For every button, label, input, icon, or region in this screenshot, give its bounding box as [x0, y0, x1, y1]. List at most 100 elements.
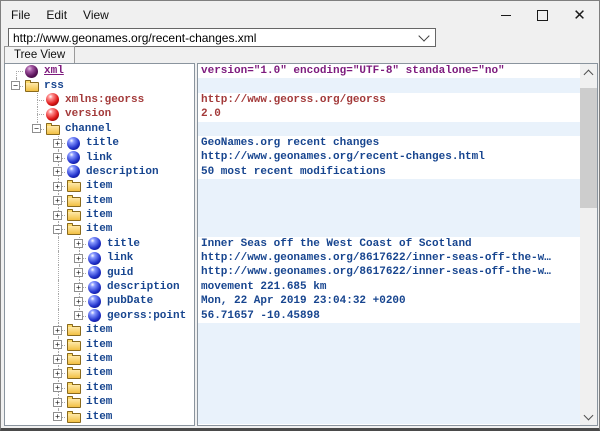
expand-expander[interactable]: + — [74, 283, 83, 292]
menu-edit[interactable]: Edit — [38, 4, 75, 26]
value-row — [198, 366, 597, 380]
folder-icon — [65, 179, 83, 193]
tab-tree-view[interactable]: Tree View — [4, 46, 75, 64]
expand-expander[interactable]: + — [53, 326, 62, 335]
scroll-up-button[interactable] — [580, 64, 597, 81]
expand-expander[interactable]: + — [53, 153, 62, 162]
collapse-expander[interactable]: − — [11, 81, 20, 90]
value-row: 2.0 — [198, 107, 597, 121]
tree-indent-guide — [30, 251, 51, 265]
address-dropdown-button[interactable] — [413, 29, 435, 46]
value-row — [198, 194, 597, 208]
tree-indent-guide — [30, 395, 51, 409]
scroll-down-button[interactable] — [580, 408, 597, 425]
expand-expander[interactable]: + — [53, 211, 62, 220]
tree-node-label: xml — [44, 65, 64, 77]
tree-node-label: item — [86, 195, 112, 207]
maximize-button[interactable] — [524, 2, 561, 28]
expand-expander[interactable]: + — [53, 398, 62, 407]
tree-row[interactable]: − rss — [5, 78, 194, 92]
tree-row[interactable]: + guid — [5, 265, 194, 279]
tree-node-label: description — [86, 166, 159, 178]
expand-expander[interactable]: + — [53, 182, 62, 191]
tree-row[interactable]: + description — [5, 165, 194, 179]
tree-row[interactable]: xmlns:georss — [5, 93, 194, 107]
tree-indent-guide — [9, 208, 30, 222]
expand-expander[interactable]: + — [74, 254, 83, 263]
collapse-expander[interactable]: − — [32, 124, 41, 133]
tree-row[interactable]: +item — [5, 409, 194, 423]
folder-icon — [65, 352, 83, 366]
tree-row[interactable]: +item — [5, 395, 194, 409]
tree-row[interactable]: +link — [5, 150, 194, 164]
expand-expander[interactable]: + — [53, 412, 62, 421]
tree-indent-guide — [9, 237, 30, 251]
tree-node-label: title — [107, 238, 140, 250]
tree-row[interactable]: xml — [5, 64, 194, 78]
tree-indent-guide — [30, 222, 51, 236]
tree-connector: − — [9, 78, 23, 92]
tree-row[interactable]: +item — [5, 381, 194, 395]
tree-connector: + — [51, 150, 65, 164]
minimize-button[interactable] — [487, 2, 524, 28]
tree-indent-guide — [51, 294, 72, 308]
tree-indent-guide — [51, 265, 72, 279]
tree-indent-guide — [30, 323, 51, 337]
tree-row[interactable]: +pubDate — [5, 294, 194, 308]
menu-view[interactable]: View — [75, 4, 117, 26]
tree-row[interactable]: + item — [5, 179, 194, 193]
expand-expander[interactable]: + — [74, 239, 83, 248]
tree-row[interactable]: +item — [5, 323, 194, 337]
scrollbar-thumb[interactable] — [580, 88, 597, 208]
tree-row[interactable]: + title — [5, 237, 194, 251]
tree-node-label: guid — [107, 267, 133, 279]
tree-indent-guide — [9, 179, 30, 193]
expand-expander[interactable]: + — [53, 196, 62, 205]
tree-row[interactable]: +title — [5, 136, 194, 150]
tree-row[interactable]: +item — [5, 337, 194, 351]
tree-indent-guide — [9, 122, 30, 136]
tree-node-label: item — [86, 180, 112, 192]
tree-connector: − — [30, 122, 44, 136]
expand-expander[interactable]: + — [74, 297, 83, 306]
folder-icon — [44, 122, 62, 136]
expand-expander[interactable]: + — [53, 340, 62, 349]
tree-row[interactable]: +item — [5, 352, 194, 366]
tree-node-label: description — [107, 281, 180, 293]
window-controls: ✕ — [487, 2, 598, 28]
expand-expander[interactable]: + — [53, 167, 62, 176]
tree-row[interactable]: + item — [5, 194, 194, 208]
expand-expander[interactable]: + — [74, 311, 83, 320]
expand-expander[interactable]: + — [74, 268, 83, 277]
tree-row[interactable]: + description — [5, 280, 194, 294]
folder-icon — [65, 409, 83, 423]
tree-node-label: version — [65, 108, 111, 120]
close-button[interactable]: ✕ — [561, 2, 598, 28]
tree-node-label: rss — [44, 80, 64, 92]
tree-row[interactable]: −item — [5, 222, 194, 236]
tree-indent-guide — [30, 280, 51, 294]
tree-row[interactable]: +item — [5, 366, 194, 380]
tree-indent-guide — [9, 265, 30, 279]
expand-expander[interactable]: + — [53, 355, 62, 364]
xml-declaration-icon — [23, 64, 41, 78]
tree-row[interactable]: + item — [5, 208, 194, 222]
value-row: 50 most recent modifications — [198, 165, 597, 179]
address-input[interactable] — [9, 30, 413, 45]
tree-row[interactable]: +link — [5, 251, 194, 265]
attribute-icon — [44, 107, 62, 121]
tree-node-label: item — [86, 209, 112, 221]
tree-row[interactable]: +georss:point — [5, 309, 194, 323]
expand-expander[interactable]: + — [53, 369, 62, 378]
tree-connector: + — [51, 194, 65, 208]
tree-row[interactable]: version — [5, 107, 194, 121]
expand-expander[interactable]: + — [53, 383, 62, 392]
tree-row[interactable]: −channel — [5, 122, 194, 136]
collapse-expander[interactable]: − — [53, 225, 62, 234]
tree-connector: + — [72, 237, 86, 251]
menu-file[interactable]: File — [3, 4, 38, 26]
tree-connector — [9, 64, 23, 78]
expand-expander[interactable]: + — [53, 139, 62, 148]
tree-indent-guide — [30, 409, 51, 423]
value-row — [198, 78, 597, 92]
